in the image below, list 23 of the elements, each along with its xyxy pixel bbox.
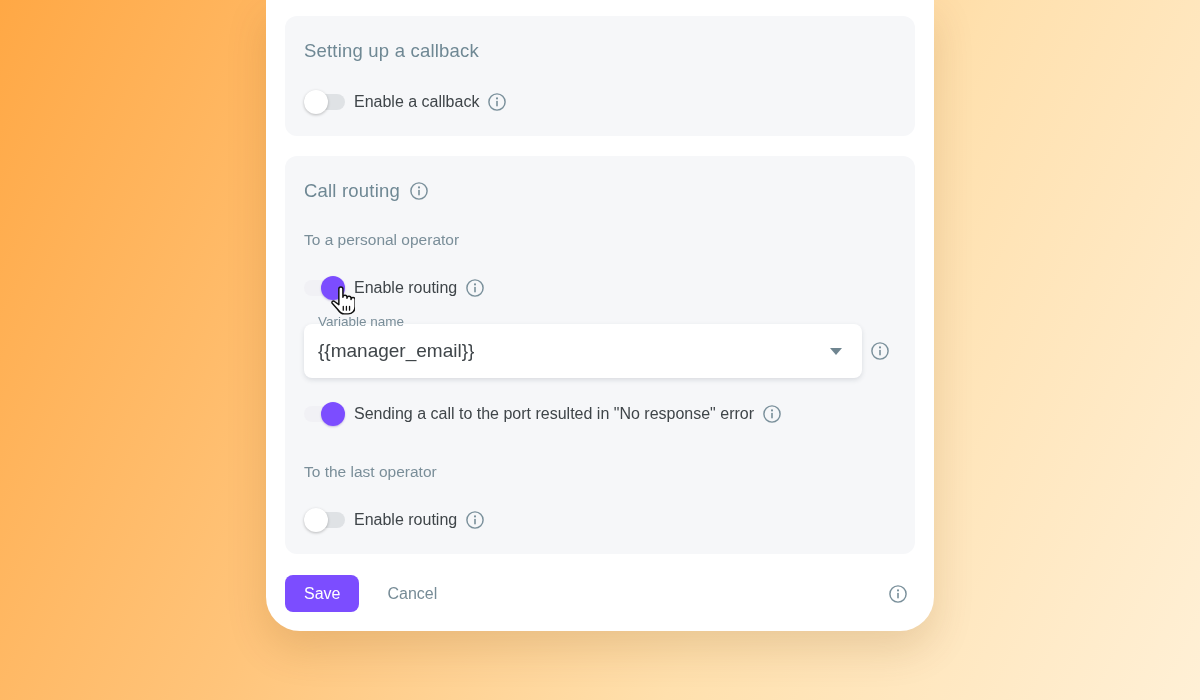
subsection-heading: To the last operator xyxy=(304,462,437,482)
info-icon[interactable] xyxy=(466,511,485,529)
hand-cursor-icon xyxy=(331,286,355,315)
section-title: Setting up a callback xyxy=(304,39,479,63)
toggle-label: Enable routing xyxy=(354,278,458,298)
toggle-switch[interactable] xyxy=(304,402,345,426)
caret-down-icon[interactable] xyxy=(830,347,842,355)
toggle-label: Enable a callback xyxy=(354,92,480,112)
info-icon[interactable] xyxy=(763,405,782,423)
cancel-button[interactable]: Cancel xyxy=(377,575,448,612)
save-button[interactable]: Save xyxy=(285,575,360,612)
toggle-switch[interactable] xyxy=(304,276,345,300)
toggle-switch[interactable] xyxy=(304,90,345,114)
info-icon[interactable] xyxy=(488,93,507,111)
subsection-heading: To a personal operator xyxy=(304,230,460,250)
info-icon[interactable] xyxy=(466,279,485,297)
toggle-label: Enable routing xyxy=(354,510,458,530)
info-icon[interactable] xyxy=(889,584,907,603)
info-icon[interactable] xyxy=(410,182,428,200)
section-title: Call routing xyxy=(304,179,400,203)
info-icon[interactable] xyxy=(871,342,889,360)
toggle-switch[interactable] xyxy=(304,508,345,532)
toggle-label: Sending a call to the port resulted in "No response" error xyxy=(354,404,755,424)
